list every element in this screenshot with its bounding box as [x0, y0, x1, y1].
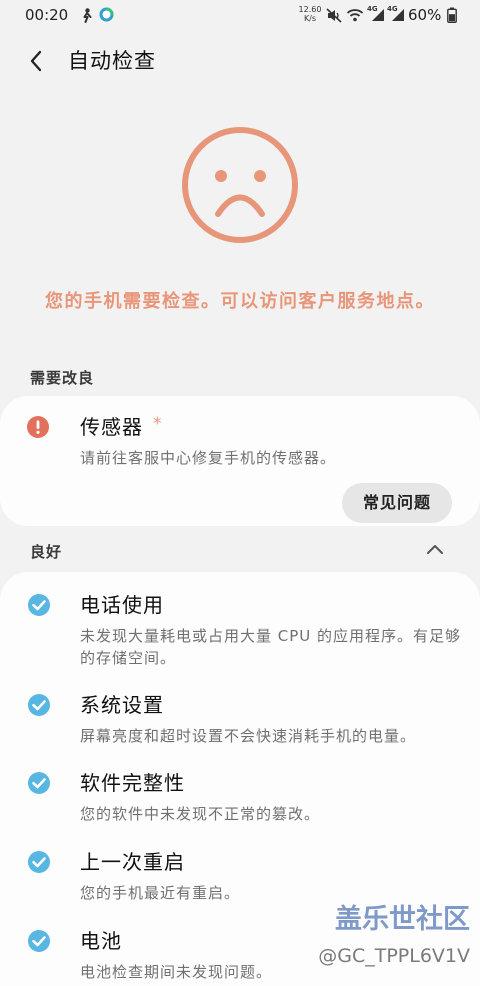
device-care-screen: 00:20 12.60 K/s 4G 4G 60% 自动检查 您的手机需要检查。…	[0, 0, 480, 986]
sad-face-icon	[180, 125, 300, 245]
wifi-icon	[346, 7, 364, 22]
signal-icon	[369, 8, 385, 22]
item-description: 您的手机最近有重启。	[80, 884, 241, 902]
back-button[interactable]	[24, 46, 50, 76]
status-time: 00:20	[25, 6, 69, 24]
check-icon	[28, 594, 50, 616]
battery-icon	[447, 7, 457, 23]
item-title: 软件完整性	[80, 771, 185, 795]
collapse-toggle[interactable]	[425, 541, 445, 557]
check-icon	[28, 851, 50, 873]
item-title-row: 传感器 *	[80, 414, 163, 440]
net-speed-unit: K/s	[303, 14, 317, 23]
item-description: 请前往客服中心修复手机的传感器。	[80, 449, 337, 467]
circle-app-icon	[99, 7, 114, 22]
section-heading-good: 良好	[30, 543, 63, 561]
person-icon	[80, 8, 93, 23]
check-icon	[28, 930, 50, 952]
required-marker: *	[153, 414, 163, 434]
net-speed: 12.60 K/s	[297, 5, 323, 23]
alert-message: 您的手机需要检查。可以访问客户服务地点。	[45, 291, 435, 312]
chevron-up-icon	[425, 544, 445, 555]
item-title: 上一次重启	[80, 850, 185, 874]
needs-improvement-card: 传感器 * 请前往客服中心修复手机的传感器。 常见问题	[0, 396, 480, 526]
watermark-logo: 盖乐世社区	[335, 904, 470, 935]
item-title: 电池	[80, 929, 122, 953]
net-speed-value: 12.60	[298, 5, 322, 14]
battery-percentage: 60%	[408, 6, 442, 24]
mute-icon	[326, 8, 342, 23]
check-icon	[28, 772, 50, 794]
watermark-handle: @GC_TPPL6V1V	[318, 945, 470, 967]
item-description: 屏幕亮度和超时设置不会快速消耗手机的电量。	[80, 727, 417, 745]
faq-button[interactable]: 常见问题	[342, 483, 452, 523]
signal-icon	[389, 8, 405, 22]
check-icon	[28, 694, 50, 716]
section-heading-needs-improvement: 需要改良	[30, 369, 95, 387]
item-description: 未发现大量耗电或占用大量 CPU 的应用程序。有足够的存储空间。	[80, 627, 462, 667]
item-title: 电话使用	[80, 593, 164, 617]
warning-icon	[27, 416, 49, 438]
back-arrow-icon	[24, 50, 50, 72]
item-title: 传感器	[80, 415, 143, 439]
item-description: 您的软件中未发现不正常的篡改。	[80, 805, 321, 823]
item-title: 系统设置	[80, 693, 164, 717]
page-title: 自动检查	[68, 49, 156, 73]
